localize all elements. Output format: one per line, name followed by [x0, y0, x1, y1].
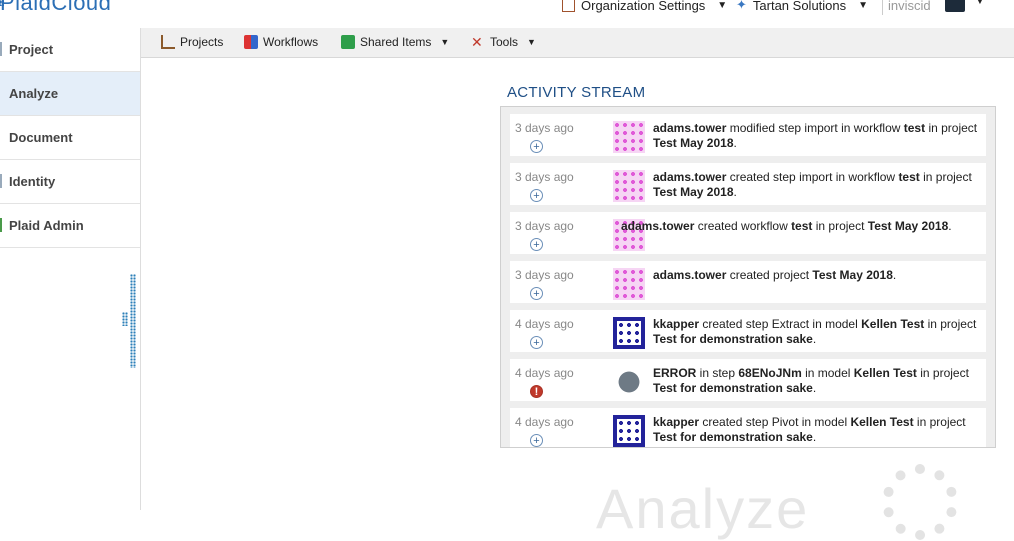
project-icon: [0, 42, 2, 56]
timestamp: 4 days ago: [515, 415, 574, 429]
tools-icon: ✕: [471, 34, 483, 50]
user-avatar[interactable]: [945, 0, 965, 12]
timestamp: 3 days ago: [515, 268, 574, 282]
user-avatar: [613, 121, 645, 153]
sidebar-item-label: Identity: [9, 174, 56, 189]
gear-icon: [882, 464, 958, 540]
tools-menu[interactable]: ✕ Tools ▼: [471, 33, 536, 51]
projects-button[interactable]: Projects: [161, 33, 223, 51]
activity-message: adams.tower created workflow test in pro…: [621, 219, 952, 233]
list-item: 3 days ago + adams.tower created workflo…: [510, 212, 986, 254]
building-icon: [562, 0, 575, 12]
activity-stream-title: ACTIVITY STREAM: [507, 84, 646, 101]
sidebar-item-label: Analyze: [9, 86, 59, 101]
chart-icon: [161, 35, 175, 49]
plus-circle-icon[interactable]: +: [530, 189, 543, 202]
sidebar-item-label: Document: [9, 130, 73, 145]
plus-circle-icon[interactable]: +: [530, 434, 543, 447]
admin-icon: [0, 218, 2, 232]
page-watermark: Analyze: [596, 477, 810, 540]
tools-icon: ✦: [736, 0, 747, 12]
tartan-solutions-menu[interactable]: ✦ Tartan Solutions ▼: [736, 0, 868, 15]
user-avatar: [613, 268, 645, 300]
user-avatar: [613, 317, 645, 349]
plus-circle-icon[interactable]: +: [530, 140, 543, 153]
chevron-down-icon: ▼: [440, 37, 450, 47]
shared-items-label: Shared Items: [360, 35, 432, 49]
workflows-button[interactable]: Workflows: [244, 33, 318, 51]
sidebar-item-project[interactable]: Project: [0, 28, 140, 72]
identity-icon: [0, 174, 2, 188]
activity-stream[interactable]: 3 days ago + adams.tower modified step i…: [500, 106, 996, 448]
workflows-label: Workflows: [263, 35, 319, 49]
user-avatar: [613, 170, 645, 202]
organization-settings-label: Organization Settings: [581, 0, 706, 13]
timestamp: 3 days ago: [515, 121, 574, 135]
plus-circle-icon[interactable]: +: [530, 336, 543, 349]
top-bar: PlaidCloud Organization Settings ▼ ✦ Tar…: [0, 0, 1014, 28]
chevron-down-icon: ▼: [717, 0, 728, 11]
list-item: 3 days ago + adams.tower created step im…: [510, 163, 986, 205]
chevron-down-icon: ▼: [858, 0, 869, 11]
workflow-icon: [244, 35, 258, 49]
shared-items-menu[interactable]: Shared Items ▼: [341, 33, 449, 51]
tartan-solutions-label: Tartan Solutions: [752, 0, 847, 13]
sidebar-item-label: Project: [9, 42, 54, 57]
sidebar-item-identity[interactable]: Identity: [0, 160, 140, 204]
activity-message: adams.tower created project Test May 201…: [653, 268, 897, 282]
activity-message: ERROR in step 68ENoJNm in model Kellen T…: [653, 366, 969, 395]
app-logo[interactable]: PlaidCloud: [0, 0, 111, 16]
share-icon: [341, 35, 355, 49]
user-avatar: [613, 415, 645, 447]
activity-message: kkapper created step Extract in model Ke…: [653, 317, 977, 346]
organization-settings-menu[interactable]: Organization Settings ▼: [562, 0, 727, 15]
sidebar-collapse-handle[interactable]: [122, 312, 128, 326]
list-item: 3 days ago + adams.tower created project…: [510, 261, 986, 303]
list-item: 4 days ago + kkapper created step Extrac…: [510, 310, 986, 352]
timestamp: 4 days ago: [515, 366, 574, 380]
plus-circle-icon[interactable]: +: [530, 287, 543, 300]
list-item: 3 days ago + adams.tower modified step i…: [510, 114, 986, 156]
list-item: 4 days ago ! ERROR in step 68ENoJNm in m…: [510, 359, 986, 401]
toolbar: Projects Workflows Shared Items ▼ ✕ Tool…: [141, 28, 1014, 58]
sidebar-item-analyze[interactable]: Analyze: [0, 72, 140, 116]
sidebar-item-label: Plaid Admin: [9, 218, 84, 233]
list-item: 4 days ago + kkapper created step Pivot …: [510, 408, 986, 447]
activity-message: kkapper created step Pivot in model Kell…: [653, 415, 966, 444]
activity-message: adams.tower created step import in workf…: [653, 170, 972, 199]
sidebar-resize-handle[interactable]: [130, 274, 136, 368]
sidebar: Project Analyze Document Identity Plaid …: [0, 28, 141, 510]
gear-icon: [613, 366, 645, 398]
tools-label: Tools: [490, 35, 519, 49]
sidebar-item-plaid-admin[interactable]: Plaid Admin: [0, 204, 140, 248]
chevron-down-icon: ▼: [527, 37, 536, 47]
timestamp: 3 days ago: [515, 219, 574, 233]
error-icon[interactable]: !: [530, 385, 543, 398]
timestamp: 3 days ago: [515, 170, 574, 184]
projects-label: Projects: [180, 35, 224, 49]
activity-message: adams.tower modified step import in work…: [653, 121, 978, 150]
timestamp: 4 days ago: [515, 317, 574, 331]
plus-circle-icon[interactable]: +: [530, 238, 543, 251]
user-name: inviscid: [882, 0, 931, 15]
sidebar-item-document[interactable]: Document: [0, 116, 140, 160]
chevron-down-icon[interactable]: ▼: [975, 0, 985, 7]
